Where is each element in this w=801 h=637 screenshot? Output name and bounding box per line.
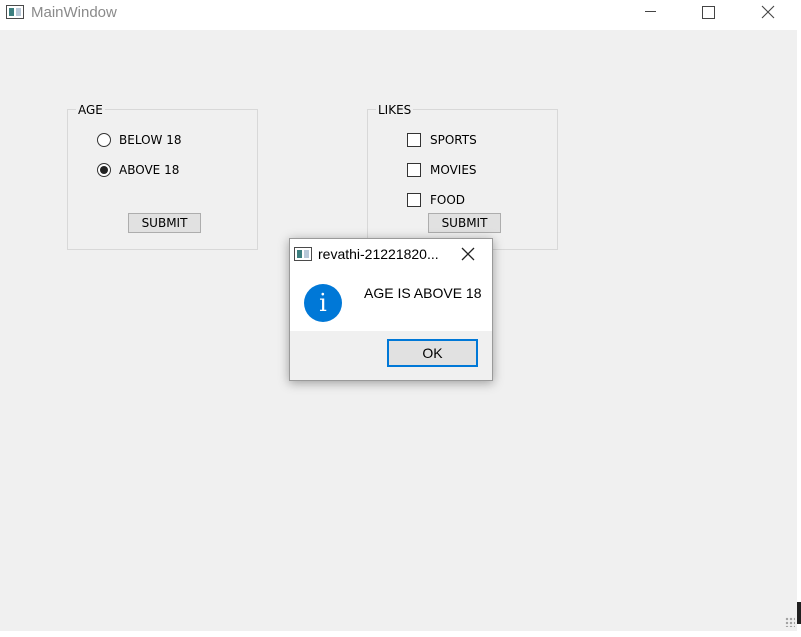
checkbox-movies[interactable]: MOVIES: [407, 161, 477, 179]
likes-submit-button[interactable]: SUBMIT: [428, 213, 501, 233]
window-bottom-border: [0, 631, 801, 637]
checkbox-movies-label: MOVIES: [430, 163, 477, 177]
checkbox-box[interactable]: [407, 163, 421, 177]
resize-grip-icon[interactable]: [785, 617, 795, 627]
checkbox-food[interactable]: FOOD: [407, 191, 465, 209]
checkbox-sports[interactable]: SPORTS: [407, 131, 477, 149]
checkbox-sports-label: SPORTS: [430, 133, 477, 147]
age-submit-button[interactable]: SUBMIT: [128, 213, 201, 233]
radio-above-18[interactable]: ABOVE 18: [97, 161, 179, 179]
age-group-title: AGE: [76, 103, 105, 117]
radio-below-18[interactable]: BELOW 18: [97, 131, 181, 149]
checkbox-food-label: FOOD: [430, 193, 466, 207]
close-icon: [761, 5, 775, 19]
close-button[interactable]: [745, 0, 791, 30]
message-box-dialog: revathi-21221820... i AGE IS ABOVE 18 OK: [289, 238, 493, 381]
dialog-close-button[interactable]: [460, 246, 476, 262]
dialog-title: revathi-21221820...: [318, 246, 439, 262]
checkbox-box[interactable]: [407, 133, 421, 147]
radio-button-selected[interactable]: [97, 163, 111, 177]
dialog-body: revathi-21221820... i AGE IS ABOVE 18: [290, 239, 492, 331]
close-icon: [461, 247, 475, 261]
ok-button[interactable]: OK: [387, 339, 478, 367]
title-bar: MainWindow: [0, 0, 801, 30]
likes-group-title: LIKES: [376, 103, 414, 117]
app-window-icon: [6, 5, 24, 19]
checkbox-box[interactable]: [407, 193, 421, 207]
info-glyph: i: [319, 289, 327, 317]
dialog-app-icon: [294, 247, 312, 261]
edge-handle: [797, 602, 801, 624]
radio-above-18-label: ABOVE 18: [119, 163, 180, 177]
window-right-border: [797, 30, 801, 637]
radio-below-18-label: BELOW 18: [119, 133, 182, 147]
minimize-button[interactable]: [627, 0, 673, 30]
maximize-icon: [702, 6, 715, 19]
window-title: MainWindow: [31, 4, 117, 21]
maximize-button[interactable]: [686, 0, 732, 30]
minimize-icon: [645, 11, 656, 12]
radio-button[interactable]: [97, 133, 111, 147]
info-icon: i: [304, 284, 342, 322]
dialog-message: AGE IS ABOVE 18: [364, 285, 482, 301]
